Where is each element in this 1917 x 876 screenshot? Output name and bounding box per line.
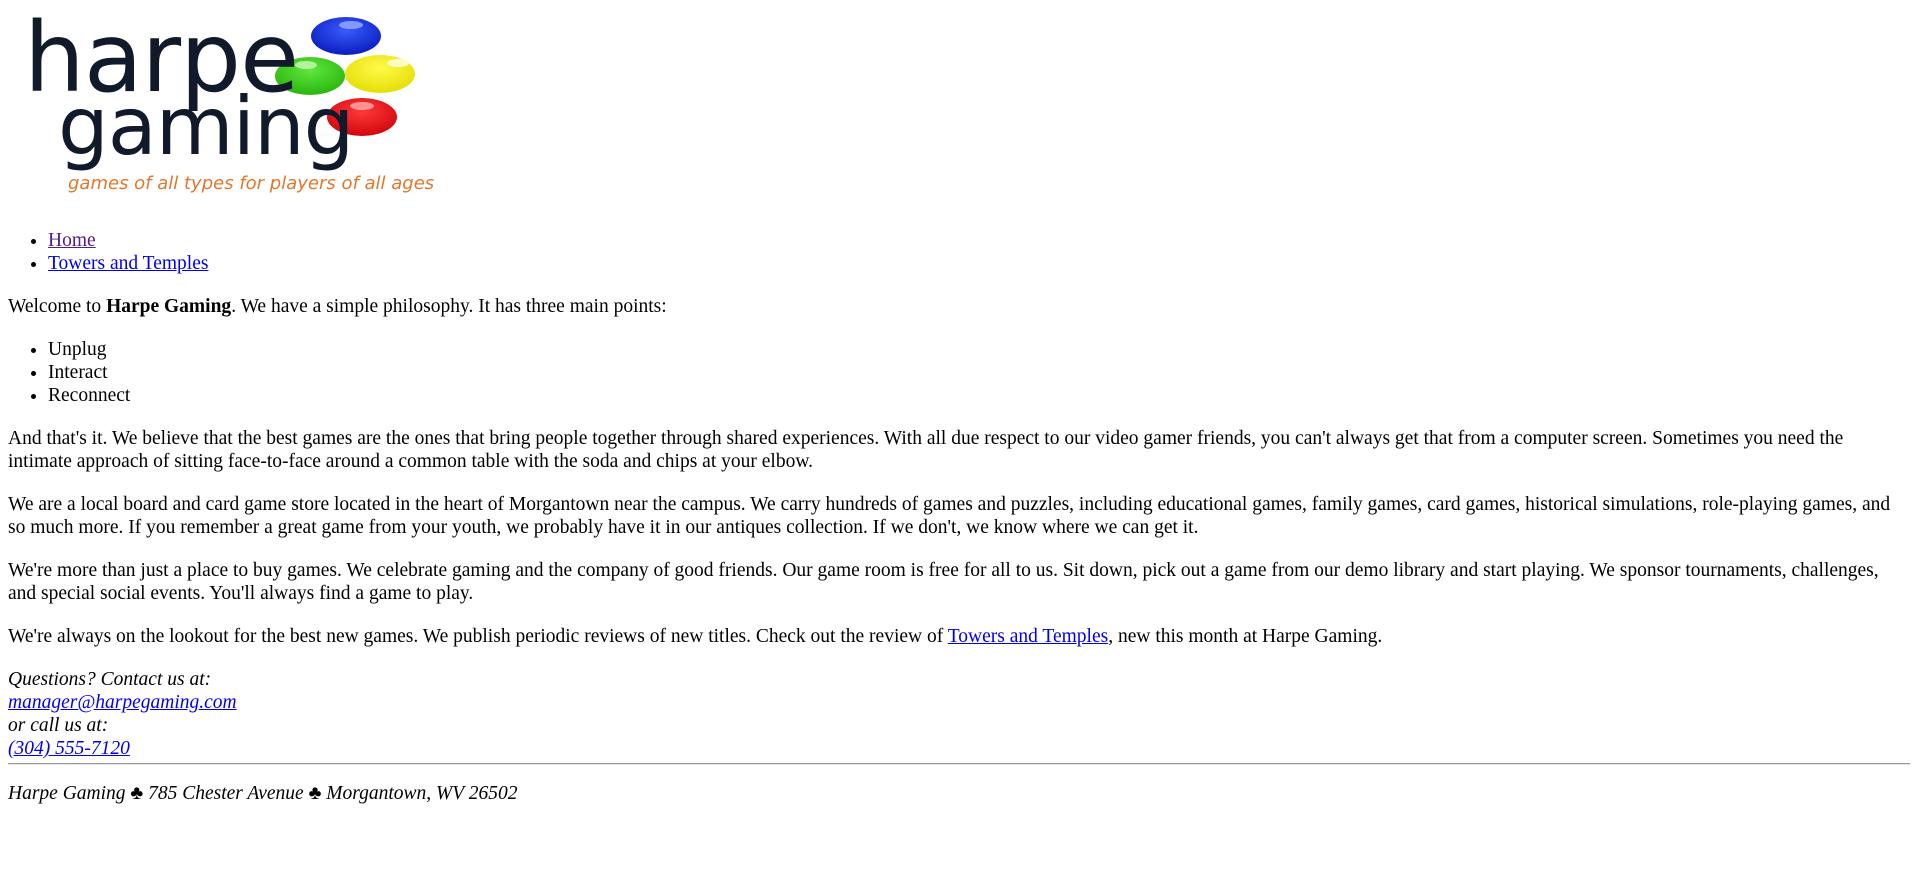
store-paragraph: We are a local board and card game store… [8,494,1891,538]
nav-item-towers-and-temples: Towers and Temples [48,252,208,275]
review-paragraph: We're always on the lookout for the best… [8,625,1910,648]
intro-paragraph: Welcome to Harpe Gaming. We have a simpl… [8,295,1910,318]
contact-block: Questions? Contact us at: manager@harpeg… [8,668,1910,760]
logo-tagline: games of all types for players of all ag… [68,173,435,194]
footer-divider [8,763,1910,765]
intro-text-after: . We have a simple philosophy. It has th… [231,296,667,317]
intro-text-before: Welcome to [8,296,107,317]
review-text-after: , new this month at Harpe Gaming. [1108,626,1383,647]
philosophy-point: Unplug [48,338,1917,361]
main-nav: Home Towers and Temples [8,229,208,275]
logo-word-gaming: gaming [58,80,354,173]
footer-address: Harpe Gaming ♣ 785 Chester Avenue ♣ Morg… [8,783,518,804]
contact-prompt: Questions? Contact us at: [8,669,212,690]
philosophy-point: Reconnect [48,384,1917,407]
review-link-towers-and-temples[interactable]: Towers and Temples [948,626,1108,647]
gameroom-paragraph: We're more than just a place to buy game… [8,560,1879,604]
philosophy-paragraph: And that's it. We believe that the best … [8,428,1844,472]
contact-email-link[interactable]: manager@harpegaming.com [8,692,237,713]
intro-brand: Harpe Gaming [106,296,232,317]
call-prompt: or call us at: [8,715,109,736]
review-text-before: We're always on the lookout for the best… [8,626,948,647]
harpe-gaming-logo: harpe gaming games of all types for play… [16,8,456,203]
contact-phone-link[interactable]: (304) 555-7120 [8,738,130,759]
philosophy-list: Unplug Interact Reconnect [8,338,1917,407]
philosophy-point: Interact [48,361,1917,384]
nav-link-towers-and-temples[interactable]: Towers and Temples [48,253,208,274]
nav-link-home[interactable]: Home [48,230,96,251]
nav-item-home: Home [48,229,208,252]
